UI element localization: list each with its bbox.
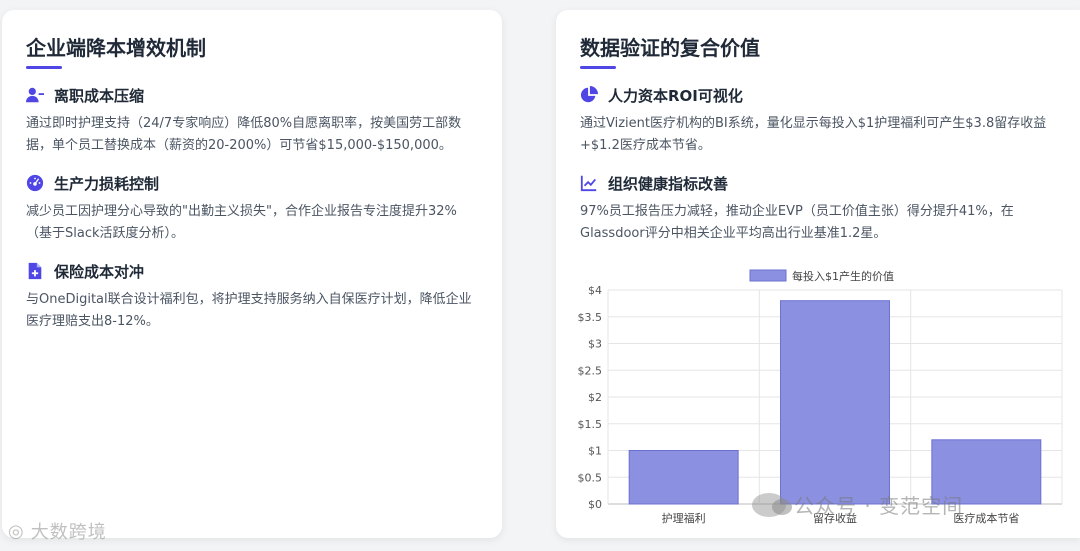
- watermark-right: 公众号 · 变范空间: [752, 490, 963, 519]
- y-tick-label: $1: [588, 445, 602, 458]
- section-title: 人力资本ROI可视化: [608, 86, 743, 105]
- watermark-logo-icon: ◎: [8, 520, 25, 542]
- y-tick-label: $4: [588, 284, 602, 297]
- section-body: 97%员工报告压力减轻，推动企业EVP（员工价值主张）得分提升41%，在Glas…: [580, 204, 1014, 241]
- section-body: 通过Vizient医疗机构的BI系统，量化显示每投入$1护理福利可产生$3.8留…: [580, 116, 1047, 153]
- section-productivity: 生产力损耗控制 减少员工因护理分心导致的"出勤主义损失"，合作企业报告专注度提升…: [26, 171, 478, 245]
- watermark-left: ◎ 大数跨境: [8, 518, 107, 544]
- bar: [628, 450, 739, 505]
- y-tick-label: $3.5: [578, 311, 603, 324]
- legend-swatch: [749, 269, 787, 282]
- y-tick-label: $2: [588, 391, 602, 404]
- section-title: 保险成本对冲: [54, 262, 145, 281]
- x-tick-label: 护理福利: [662, 511, 706, 525]
- file-medical-icon: [26, 262, 44, 280]
- right-card: 数据验证的复合价值 人力资本ROI可视化 通过Vizient医疗机构的BI系统，…: [556, 10, 1080, 538]
- line-chart-icon: [580, 174, 598, 192]
- section-body: 减少员工因护理分心导致的"出勤主义损失"，合作企业报告专注度提升32%（基于Sl…: [26, 204, 457, 241]
- x-tick-label: 医疗成本节省: [953, 511, 1019, 525]
- watermark-left-text: 大数跨境: [30, 522, 107, 543]
- y-tick-label: $3: [588, 338, 602, 351]
- y-tick-label: $0: [588, 498, 602, 511]
- right-title-underline: [580, 66, 616, 69]
- watermark-right-text: 公众号 · 变范空间: [794, 494, 964, 518]
- left-title-underline: [26, 66, 62, 69]
- left-card: 企业端降本增效机制 离职成本压缩 通过即时护理支持（24/7专家响应）降低80%…: [2, 10, 502, 538]
- section-health: 组织健康指标改善 97%员工报告压力减轻，推动企业EVP（员工价值主张）得分提升…: [580, 171, 1056, 245]
- pie-chart-icon: [580, 86, 598, 104]
- section-title: 生产力损耗控制: [54, 174, 160, 193]
- section-insurance: 保险成本对冲 与OneDigital联合设计福利包，将护理支持服务纳入自保医疗计…: [26, 259, 478, 333]
- section-title: 离职成本压缩: [54, 86, 145, 105]
- y-tick-label: $0.5: [578, 471, 603, 484]
- user-minus-icon: [26, 86, 44, 104]
- section-roi: 人力资本ROI可视化 通过Vizient医疗机构的BI系统，量化显示每投入$1护…: [580, 83, 1056, 157]
- y-tick-label: $2.5: [578, 364, 603, 377]
- wechat-icon: [752, 492, 792, 517]
- section-body: 通过即时护理支持（24/7专家响应）降低80%自愿离职率，按美国劳工部数据，单个…: [26, 116, 462, 153]
- bar: [780, 300, 890, 505]
- section-turnover: 离职成本压缩 通过即时护理支持（24/7专家响应）降低80%自愿离职率，按美国劳…: [26, 83, 478, 157]
- gauge-icon: [26, 174, 44, 192]
- right-card-title: 数据验证的复合价值: [580, 36, 760, 60]
- legend-label: 每投入$1产生的价值: [792, 269, 894, 283]
- y-tick-label: $1.5: [578, 418, 603, 431]
- section-title: 组织健康指标改善: [608, 174, 729, 193]
- section-body: 与OneDigital联合设计福利包，将护理支持服务纳入自保医疗计划，降低企业医…: [26, 292, 472, 329]
- left-card-title: 企业端降本增效机制: [26, 36, 206, 60]
